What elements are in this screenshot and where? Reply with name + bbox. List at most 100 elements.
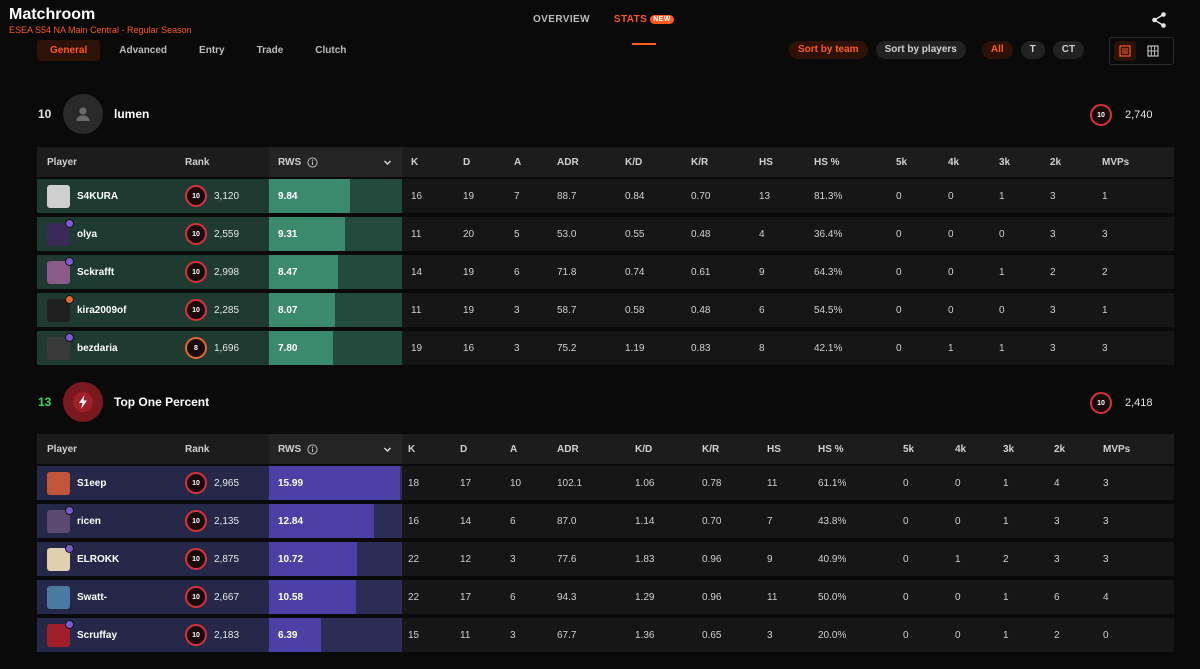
col-kr[interactable]: K/R xyxy=(691,147,708,177)
player-name[interactable]: Swatt- xyxy=(77,592,107,603)
stat-adr: 71.8 xyxy=(557,266,577,278)
col-d[interactable]: D xyxy=(460,434,467,464)
col-k2[interactable]: 2k xyxy=(1054,434,1065,464)
col-player[interactable]: Player xyxy=(37,147,171,177)
nav-overview[interactable]: OVERVIEW xyxy=(533,14,590,25)
col-hsp[interactable]: HS % xyxy=(818,434,844,464)
col-rws[interactable]: RWS xyxy=(269,434,402,464)
info-icon[interactable] xyxy=(307,156,318,168)
col-a[interactable]: A xyxy=(514,147,521,177)
rws-cell: 9.31 xyxy=(269,217,402,251)
tab-general[interactable]: General xyxy=(37,40,101,61)
player-name[interactable]: ELROKK xyxy=(77,554,119,565)
col-k4[interactable]: 4k xyxy=(955,434,966,464)
player-row[interactable]: bezdaria 8 1,696 7.80 19 16 3 75.2 1.19 0.83 8 42.1… xyxy=(37,331,1174,365)
platform-badge-icon xyxy=(65,218,74,228)
col-k2[interactable]: 2k xyxy=(1050,147,1061,177)
col-rank[interactable]: Rank xyxy=(171,434,269,464)
sort-by-team-button[interactable]: Sort by team xyxy=(789,41,868,59)
player-cell[interactable]: S4KURA xyxy=(37,179,171,213)
chevron-down-icon[interactable] xyxy=(383,158,392,167)
col-kr[interactable]: K/R xyxy=(702,434,719,464)
stat-hs: 11 xyxy=(767,477,778,489)
player-row[interactable]: Sckrafft 10 2,998 8.47 14 19 6 71.8 0.74 0.61 9 64.… xyxy=(37,255,1174,289)
team-name[interactable]: Top One Percent xyxy=(114,395,209,409)
player-cell[interactable]: Sckrafft xyxy=(37,255,171,289)
col-mvps[interactable]: MVPs xyxy=(1102,147,1129,177)
player-row[interactable]: ricen 10 2,135 12.84 16 14 6 87.0 1.14 0.70 7 43.8%… xyxy=(37,504,1174,538)
platform-badge-icon xyxy=(65,505,74,515)
side-t-button[interactable]: T xyxy=(1020,41,1045,59)
share-icon[interactable] xyxy=(1150,11,1168,29)
col-kd[interactable]: K/D xyxy=(635,434,652,464)
col-d[interactable]: D xyxy=(463,147,470,177)
player-name[interactable]: S1eep xyxy=(77,478,106,489)
player-row[interactable]: Swatt- 10 2,667 10.58 22 17 6 94.3 1.29 0.96 11 50.… xyxy=(37,580,1174,614)
col-player[interactable]: Player xyxy=(37,434,171,464)
team-elo: 10 2,418 xyxy=(1090,392,1153,414)
stat-k5: 0 xyxy=(903,591,909,603)
player-cell[interactable]: S1eep xyxy=(37,466,171,500)
stat-a: 3 xyxy=(510,553,516,565)
col-a[interactable]: A xyxy=(510,434,517,464)
player-name[interactable]: S4KURA xyxy=(77,191,118,202)
col-k3[interactable]: 3k xyxy=(1003,434,1014,464)
rws-value: 15.99 xyxy=(278,477,304,489)
tab-trade[interactable]: Trade xyxy=(244,40,297,61)
chevron-down-icon[interactable] xyxy=(383,445,392,454)
player-row[interactable]: S4KURA 10 3,120 9.84 16 19 7 88.7 0.84 0.70 13 81.3… xyxy=(37,179,1174,213)
nav-stats[interactable]: STATS NEW xyxy=(614,14,674,45)
col-k5[interactable]: 5k xyxy=(903,434,914,464)
player-row[interactable]: olya 10 2,559 9.31 11 20 5 53.0 0.55 0.48 4 36.4% 0 0… xyxy=(37,217,1174,251)
stat-k4: 0 xyxy=(955,515,961,527)
player-name[interactable]: olya xyxy=(77,229,97,240)
player-row[interactable]: ELROKK 10 2,875 10.72 22 12 3 77.6 1.83 0.96 9 40.9… xyxy=(37,542,1174,576)
player-cell[interactable]: Scruffay xyxy=(37,618,171,652)
player-name[interactable]: bezdaria xyxy=(77,343,118,354)
grid-view-button[interactable] xyxy=(1142,41,1164,61)
col-k3[interactable]: 3k xyxy=(999,147,1010,177)
col-kd[interactable]: K/D xyxy=(625,147,642,177)
player-cell[interactable]: kira2009of xyxy=(37,293,171,327)
player-cell[interactable]: bezdaria xyxy=(37,331,171,365)
player-cell[interactable]: Swatt- xyxy=(37,580,171,614)
player-name[interactable]: kira2009of xyxy=(77,305,126,316)
stat-hs: 11 xyxy=(767,591,778,603)
player-row[interactable]: S1eep 10 2,965 15.99 18 17 10 102.1 1.06 0.78 11 61… xyxy=(37,466,1174,500)
stat-k3: 0 xyxy=(999,228,1005,240)
col-k[interactable]: K xyxy=(411,147,418,177)
col-mvps[interactable]: MVPs xyxy=(1103,434,1130,464)
player-row[interactable]: Scruffay 10 2,183 6.39 15 11 3 67.7 1.36 0.65 3 20.… xyxy=(37,618,1174,652)
col-rws[interactable]: RWS xyxy=(269,147,402,177)
stat-hsp: 54.5% xyxy=(814,304,843,316)
competition-link[interactable]: ESEA S54 NA Main Central - Regular Seaso… xyxy=(9,25,192,35)
player-cell[interactable]: ricen xyxy=(37,504,171,538)
side-all-button[interactable]: All xyxy=(981,41,1013,59)
skill-level-icon: 10 xyxy=(185,510,207,532)
tab-advanced[interactable]: Advanced xyxy=(106,40,180,61)
player-name[interactable]: Scruffay xyxy=(77,630,117,641)
list-view-button[interactable] xyxy=(1114,41,1136,61)
col-k5[interactable]: 5k xyxy=(896,147,907,177)
col-hsp[interactable]: HS % xyxy=(814,147,840,177)
player-name[interactable]: ricen xyxy=(77,516,101,527)
col-rank[interactable]: Rank xyxy=(171,147,269,177)
player-name[interactable]: Sckrafft xyxy=(77,267,114,278)
col-adr[interactable]: ADR xyxy=(557,147,579,177)
stats-tabs: General Advanced Entry Trade Clutch xyxy=(37,40,365,61)
team-name[interactable]: lumen xyxy=(114,107,149,121)
col-hs[interactable]: HS xyxy=(767,434,781,464)
info-icon[interactable] xyxy=(307,443,318,455)
player-row[interactable]: kira2009of 10 2,285 8.07 11 19 3 58.7 0.58 0.48 6 5… xyxy=(37,293,1174,327)
col-k4[interactable]: 4k xyxy=(948,147,959,177)
tab-entry[interactable]: Entry xyxy=(186,40,238,61)
col-hs[interactable]: HS xyxy=(759,147,773,177)
col-adr[interactable]: ADR xyxy=(557,434,579,464)
col-k[interactable]: K xyxy=(408,434,415,464)
sort-by-players-button[interactable]: Sort by players xyxy=(875,41,966,59)
side-ct-button[interactable]: CT xyxy=(1052,41,1085,59)
player-cell[interactable]: olya xyxy=(37,217,171,251)
tab-clutch[interactable]: Clutch xyxy=(302,40,359,61)
player-cell[interactable]: ELROKK xyxy=(37,542,171,576)
stat-hs: 9 xyxy=(759,266,765,278)
